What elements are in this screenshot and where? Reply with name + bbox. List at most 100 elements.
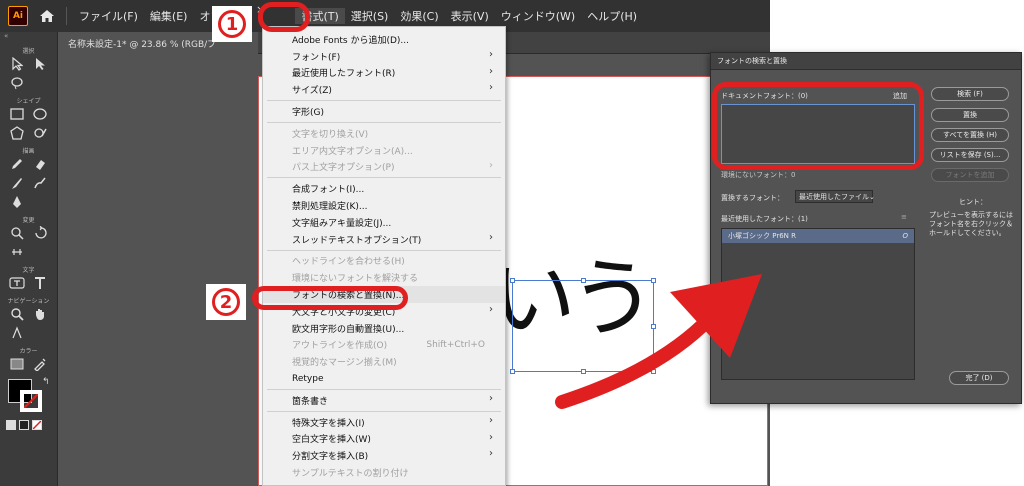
- zoom-tool-icon[interactable]: [9, 306, 25, 322]
- badge-number: 2: [212, 288, 240, 316]
- type-tool-icon[interactable]: [32, 275, 48, 291]
- menu-edit[interactable]: 編集(E): [144, 8, 194, 24]
- menu-item-label: 空白文字を挿入(W): [292, 435, 371, 446]
- menu-file[interactable]: ファイル(F): [73, 8, 144, 24]
- menu-item-label: 禁則処理設定(K)...: [292, 202, 368, 213]
- perspective-tool-icon[interactable]: [9, 325, 25, 341]
- selection-handle[interactable]: [510, 369, 515, 374]
- menu-item[interactable]: 文字組みアキ量設定(J)...: [263, 214, 505, 231]
- find-button[interactable]: 検索 (F): [931, 87, 1009, 101]
- width-tool-icon[interactable]: [9, 244, 25, 260]
- menu-item[interactable]: 欧文用字形の自動置換(U)...: [263, 320, 505, 337]
- menu-item[interactable]: 空白文字を挿入(W) ›: [263, 431, 505, 448]
- type-menu-dropdown: Adobe Fonts から追加(D)... フォント(F) › 最近使用したフォント…: [262, 26, 506, 486]
- menu-item: ヘッドラインを合わせる(H): [263, 253, 505, 270]
- submenu-arrow-icon: ›: [489, 448, 493, 460]
- opentype-font-icon: O: [902, 232, 908, 240]
- pen-tool-icon[interactable]: [9, 194, 25, 210]
- eraser-tool-icon[interactable]: [32, 156, 48, 172]
- none-mode-icon[interactable]: [32, 419, 42, 430]
- change-all-button[interactable]: すべてを置換 (H): [931, 128, 1009, 142]
- menu-item[interactable]: 箇条書き ›: [263, 392, 505, 409]
- menu-separator: [267, 388, 501, 390]
- menu-item: パス上文字オプション(P) ›: [263, 159, 505, 176]
- change-button[interactable]: 置換: [931, 108, 1009, 122]
- recent-font-item[interactable]: 小塚ゴシック Pr6N R O: [722, 229, 914, 243]
- menu-window[interactable]: ウィンドウ(W): [495, 8, 581, 24]
- menu-item-label: スレッドテキストオプション(T): [292, 235, 422, 246]
- toolbar-label-type: 文字: [22, 267, 35, 274]
- hint-title: ヒント：: [959, 198, 987, 206]
- menu-item-label: 視覚的なマージン揃え(M): [292, 358, 397, 369]
- submenu-arrow-icon: ›: [489, 82, 493, 94]
- selection-handle[interactable]: [510, 278, 515, 283]
- menu-item-label: 字形(G): [292, 108, 324, 119]
- toolbar-label-shape: シェイプ: [16, 98, 41, 105]
- rectangle-tool-icon[interactable]: [9, 106, 25, 122]
- lasso-tool-icon[interactable]: [9, 75, 25, 91]
- save-list-button[interactable]: リストを保存 (S)...: [931, 148, 1009, 162]
- annotation-badge-2: 2: [206, 284, 246, 320]
- direct-selection-tool-icon[interactable]: [32, 56, 48, 72]
- menu-separator: [267, 100, 501, 102]
- submenu-arrow-icon: ›: [489, 48, 493, 60]
- hint-text: プレビューを表示するにはフォント名を右クリック＆ホールドしてください。: [929, 211, 1013, 237]
- menu-item: 環境にないフォントを解決する: [263, 269, 505, 286]
- pencil-tool-icon[interactable]: [9, 156, 25, 172]
- menu-view[interactable]: 表示(V): [445, 8, 495, 24]
- toolbar-label-modify: 変更: [22, 217, 35, 224]
- menu-item[interactable]: 分割文字を挿入(B) ›: [263, 447, 505, 464]
- app-logo: Ai: [8, 6, 28, 26]
- replace-with-label: 置換するフォント：: [721, 194, 784, 202]
- touch-type-tool-icon[interactable]: [9, 275, 25, 291]
- menu-item[interactable]: 合成フォント(I)...: [263, 180, 505, 197]
- stroke-swatch[interactable]: [20, 390, 42, 412]
- annotation-badge-1: 1: [212, 6, 252, 42]
- color-mode-icon[interactable]: [6, 419, 16, 430]
- menu-item[interactable]: 禁則処理設定(K)...: [263, 197, 505, 214]
- menu-item-label: フォント(F): [292, 52, 341, 63]
- scale-tool-icon[interactable]: [9, 225, 25, 241]
- done-button[interactable]: 完了 (D): [949, 371, 1009, 385]
- home-icon[interactable]: [34, 3, 60, 29]
- menu-effect[interactable]: 効果(C): [394, 8, 444, 24]
- polygon-tool-icon[interactable]: [9, 125, 25, 141]
- menu-item-shortcut: Shift+Ctrl+O: [426, 339, 485, 350]
- menu-item-label: サイズ(Z): [292, 86, 332, 97]
- menu-item[interactable]: サイズ(Z) ›: [263, 81, 505, 98]
- menu-item[interactable]: Retype: [263, 370, 505, 387]
- gradient-mode-icon[interactable]: [19, 419, 29, 430]
- hand-tool-icon[interactable]: [32, 306, 48, 322]
- menu-item[interactable]: フォント(F) ›: [263, 48, 505, 65]
- list-view-icon[interactable]: ≡: [901, 213, 907, 221]
- annotation-highlight-document-fonts: [712, 82, 924, 170]
- menu-item[interactable]: Adobe Fonts から追加(D)...: [263, 31, 505, 48]
- collapse-icon[interactable]: «: [0, 32, 57, 42]
- submenu-arrow-icon: ›: [489, 392, 493, 404]
- eyedropper-tool-icon[interactable]: [32, 356, 48, 372]
- toolbar-label-color: カラー: [19, 348, 38, 355]
- blob-brush-tool-icon[interactable]: [32, 175, 48, 191]
- menubar-divider: [66, 7, 67, 25]
- paintbrush-tool-icon[interactable]: [9, 175, 25, 191]
- ellipse-tool-icon[interactable]: [32, 106, 48, 122]
- swap-colors-icon[interactable]: ↰: [42, 377, 50, 387]
- chevron-down-icon: ⌄: [869, 192, 875, 201]
- menu-separator: [267, 249, 501, 251]
- menu-item[interactable]: スレッドテキストオプション(T) ›: [263, 231, 505, 248]
- menu-item[interactable]: 特殊文字を挿入(I) ›: [263, 414, 505, 431]
- fill-stroke-swatches[interactable]: ↰: [0, 377, 57, 415]
- menu-select[interactable]: 選択(S): [345, 8, 395, 24]
- tools-panel: « 選択 シェイプ 描画 変更 文字 ナビゲーション カラー ↰: [0, 32, 58, 486]
- menu-item[interactable]: 字形(G): [263, 103, 505, 120]
- gradient-tool-icon[interactable]: [9, 356, 25, 372]
- menu-item-label: エリア内文字オプション(A)...: [292, 146, 413, 157]
- menu-item[interactable]: 最近使用したフォント(R) ›: [263, 65, 505, 82]
- menu-item: アウトラインを作成(O) Shift+Ctrl+O: [263, 337, 505, 354]
- selection-tool-icon[interactable]: [9, 56, 25, 72]
- replace-with-select[interactable]: 最近使用したファイル ⌄: [795, 190, 875, 203]
- menu-help[interactable]: ヘルプ(H): [581, 8, 643, 24]
- shaper-tool-icon[interactable]: [32, 125, 48, 141]
- add-font-button[interactable]: フォントを追加: [931, 168, 1009, 182]
- rotate-tool-icon[interactable]: [32, 225, 48, 241]
